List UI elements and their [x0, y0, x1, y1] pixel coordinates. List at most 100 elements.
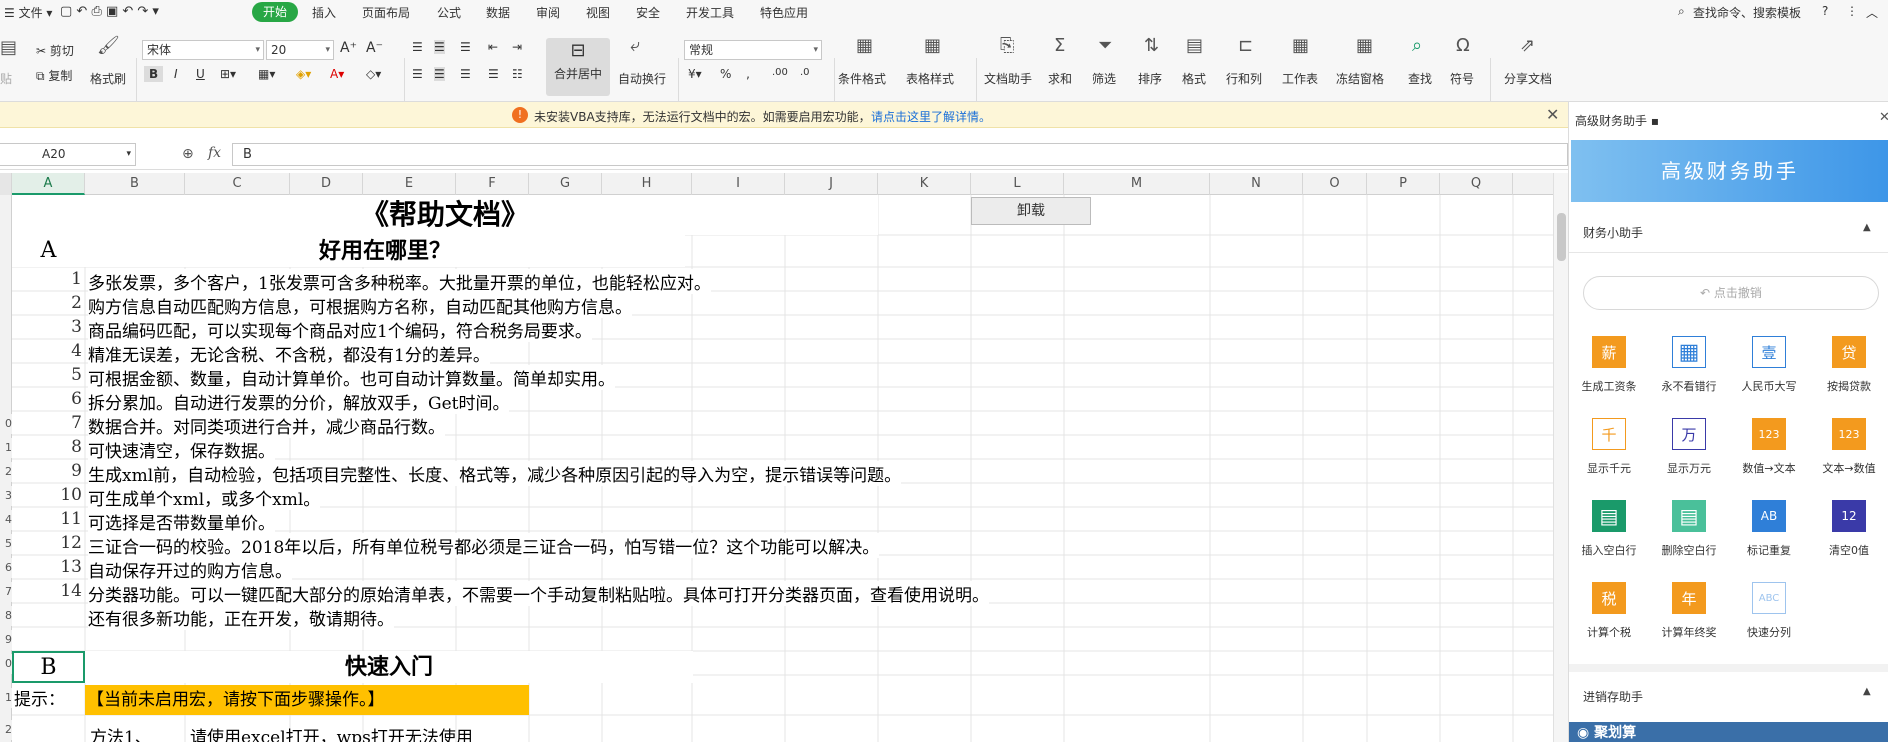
- selected-cell-a20[interactable]: B: [12, 651, 85, 683]
- col-header-f[interactable]: F: [456, 173, 529, 195]
- tab-insert[interactable]: 插入: [312, 4, 336, 21]
- tool-show-ten-thousands[interactable]: 万显示万元: [1649, 418, 1729, 476]
- doc-helper-button[interactable]: 文档助手: [984, 70, 1032, 87]
- sum-icon[interactable]: Σ: [1054, 36, 1065, 56]
- currency-icon[interactable]: ¥▾: [688, 67, 702, 81]
- tab-view[interactable]: 视图: [586, 4, 610, 21]
- tool-mark-duplicates[interactable]: AB 标记重复: [1729, 500, 1809, 558]
- section-inventory-helper[interactable]: 进销存助手: [1583, 688, 1643, 705]
- col-header-j[interactable]: J: [785, 173, 878, 195]
- font-size-select[interactable]: 20 ▾: [266, 40, 334, 60]
- freeze-icon[interactable]: ▦: [1356, 36, 1373, 56]
- select-all-corner[interactable]: [0, 173, 12, 195]
- find-button[interactable]: 查找: [1408, 70, 1432, 87]
- merge-center-button[interactable]: ⊟ 合并居中: [546, 38, 610, 96]
- col-header-g[interactable]: G: [529, 173, 602, 195]
- collapse-ribbon-icon[interactable]: ︿: [1866, 4, 1878, 21]
- decrease-font-icon[interactable]: A⁻: [366, 40, 383, 56]
- col-header-h[interactable]: H: [602, 173, 692, 195]
- row-number[interactable]: 3: [0, 486, 12, 506]
- tool-generate-payslip[interactable]: 薪生成工资条: [1569, 336, 1649, 394]
- font-name-select[interactable]: 宋体 ▾: [142, 40, 264, 60]
- section-finance-helper[interactable]: 财务小助手: [1583, 224, 1643, 241]
- tab-features[interactable]: 特色应用: [760, 4, 808, 21]
- tool-number-to-text[interactable]: 123 数值→文本: [1729, 418, 1809, 476]
- col-header-e[interactable]: E: [363, 173, 456, 195]
- sum-button[interactable]: 求和: [1048, 70, 1072, 87]
- share-icon[interactable]: ⇗: [1520, 36, 1535, 56]
- conditional-format-icon[interactable]: ▦: [856, 36, 873, 56]
- table-style-icon[interactable]: ▦: [924, 36, 941, 56]
- align-right-icon[interactable]: ☰: [460, 67, 471, 81]
- format-painter-icon[interactable]: 🖌: [97, 36, 120, 56]
- filter-icon[interactable]: ⏷: [1098, 36, 1112, 56]
- col-header-c[interactable]: C: [185, 173, 290, 195]
- row-col-button[interactable]: 行和列: [1226, 70, 1262, 87]
- indent-increase-icon[interactable]: ⇥: [512, 40, 522, 54]
- increase-decimal-icon[interactable]: .00: [772, 67, 788, 78]
- format-painter-button[interactable]: 格式刷: [90, 70, 126, 87]
- scrollbar-thumb[interactable]: [1557, 213, 1566, 261]
- uninstall-button[interactable]: 卸载: [971, 197, 1091, 225]
- col-header-b[interactable]: B: [85, 173, 185, 195]
- tool-clear-zeros[interactable]: 12 清空0值: [1809, 500, 1888, 558]
- tool-rmb-uppercase[interactable]: 壹人民币大写: [1729, 336, 1809, 394]
- tab-page-layout[interactable]: 页面布局: [362, 4, 410, 21]
- tool-insert-blank-rows[interactable]: ▤ 插入空白行: [1569, 500, 1649, 558]
- increase-font-icon[interactable]: A⁺: [340, 40, 357, 56]
- row-number[interactable]: 1: [0, 688, 12, 708]
- col-header-n[interactable]: N: [1210, 173, 1303, 195]
- thousands-icon[interactable]: ‚: [746, 67, 750, 81]
- row-number[interactable]: 0: [0, 654, 12, 674]
- align-center-icon[interactable]: ☰: [434, 67, 445, 81]
- collapse-icon[interactable]: ▲: [1863, 222, 1871, 233]
- row-number[interactable]: 2: [0, 462, 12, 482]
- col-header-d[interactable]: D: [290, 173, 363, 195]
- search-icon[interactable]: ⌕: [1678, 4, 1685, 19]
- font-color-button[interactable]: A▾: [330, 67, 344, 81]
- help-icon[interactable]: ?: [1822, 4, 1828, 18]
- row-number[interactable]: 8: [0, 606, 12, 626]
- copy-button[interactable]: ⧉ 复制: [36, 67, 72, 84]
- paste-icon[interactable]: ▤: [0, 38, 17, 58]
- bottom-banner[interactable]: ◉ 聚划算: [1569, 722, 1888, 742]
- row-number[interactable]: 9: [0, 630, 12, 650]
- format-button[interactable]: 格式: [1182, 70, 1206, 87]
- col-header-o[interactable]: O: [1303, 173, 1367, 195]
- number-format-select[interactable]: 常规 ▾: [684, 40, 822, 60]
- command-search[interactable]: 查找命令、搜索模板: [1693, 4, 1801, 21]
- tool-text-to-number[interactable]: 123 文本→数值: [1809, 418, 1888, 476]
- table-style-button[interactable]: 表格样式: [906, 70, 954, 87]
- bold-button[interactable]: B: [144, 66, 164, 82]
- close-icon[interactable]: ✕: [1546, 105, 1559, 124]
- align-middle-icon[interactable]: ☰: [434, 40, 445, 54]
- row-number[interactable]: 7: [0, 582, 12, 602]
- format-icon[interactable]: ▤: [1186, 36, 1203, 56]
- doc-helper-icon[interactable]: ⎘: [1000, 36, 1014, 56]
- tool-show-thousands[interactable]: 千显示千元: [1569, 418, 1649, 476]
- tab-data[interactable]: 数据: [486, 4, 510, 21]
- zoom-icon[interactable]: ⊕: [182, 146, 194, 162]
- fill-color-button[interactable]: ◈▾: [296, 67, 311, 81]
- col-header-p[interactable]: P: [1367, 173, 1440, 195]
- filter-button[interactable]: 筛选: [1092, 70, 1116, 87]
- wrap-text-button[interactable]: 自动换行: [618, 70, 666, 87]
- tool-income-tax[interactable]: 税计算个税: [1569, 582, 1649, 640]
- sort-icon[interactable]: ⇅: [1144, 36, 1159, 56]
- decrease-decimal-icon[interactable]: .0: [800, 67, 810, 78]
- quick-access-toolbar[interactable]: ▢ ↶ ⎙ ▣ ↶ ↷ ▾: [60, 4, 159, 19]
- tab-home[interactable]: 开始: [252, 2, 298, 22]
- align-left-icon[interactable]: ☰: [412, 67, 423, 81]
- tool-delete-blank-rows[interactable]: ▤ 删除空白行: [1649, 500, 1729, 558]
- fx-icon[interactable]: fx: [208, 145, 221, 161]
- col-header-i[interactable]: I: [692, 173, 785, 195]
- row-number[interactable]: 5: [0, 534, 12, 554]
- cut-button[interactable]: ✂ 剪切: [36, 42, 74, 59]
- worksheet-button[interactable]: 工作表: [1282, 70, 1318, 87]
- tool-mortgage[interactable]: 贷按揭贷款: [1809, 336, 1888, 394]
- wrap-text-icon[interactable]: ⤶: [630, 36, 640, 56]
- close-panel-icon[interactable]: ✕: [1879, 110, 1888, 125]
- border-button[interactable]: ⊞▾: [220, 67, 236, 81]
- underline-button[interactable]: U: [196, 67, 205, 81]
- tool-annual-bonus[interactable]: 年计算年终奖: [1649, 582, 1729, 640]
